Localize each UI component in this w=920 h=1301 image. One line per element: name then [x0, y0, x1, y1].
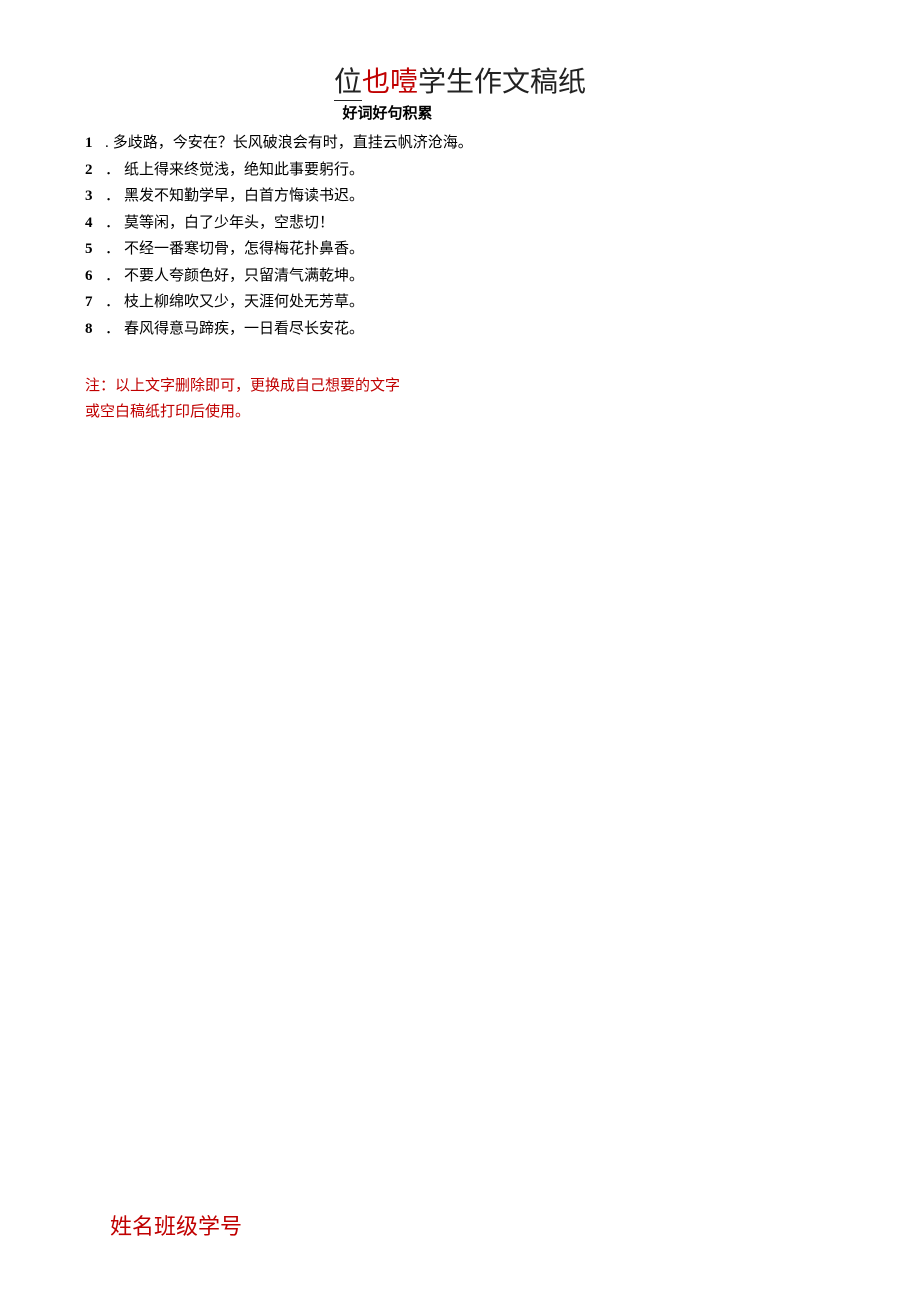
list-text: 莫等闲，白了少年头，空悲切！: [124, 211, 835, 237]
document-title: 位也噎学生作文稿纸: [334, 60, 586, 100]
list-dot: ．: [105, 290, 120, 316]
list-number: 8: [85, 317, 99, 343]
list-dot: ．: [105, 237, 120, 263]
list-number: 1: [85, 131, 99, 157]
list-number: 2: [85, 158, 99, 184]
list-number: 3: [85, 184, 99, 210]
list-number: 7: [85, 290, 99, 316]
note-text: 注：以上文字删除即可，更换成自己想要的文字或空白稿纸打印后使用。: [85, 374, 405, 425]
quote-list: 1 . 多歧路，今安在？长风破浪会有时，直挂云帆济沧海。 2 ． 纸上得来终觉浅…: [85, 131, 835, 342]
list-item: 3 ． 黑发不知勤学早，白首方悔读书迟。: [85, 184, 835, 210]
title-part1: 位: [334, 67, 362, 101]
list-item: 7 ． 枝上柳绵吹又少，天涯何处无芳草。: [85, 290, 835, 316]
title-part3: 学生作文稿纸: [418, 67, 586, 100]
title-container: 位也噎学生作文稿纸: [85, 60, 835, 100]
list-text: 多歧路，今安在？长风破浪会有时，直挂云帆济沧海。: [113, 131, 835, 157]
list-item: 6 ． 不要人夸颜色好，只留清气满乾坤。: [85, 264, 835, 290]
list-dot: ．: [105, 264, 120, 290]
list-dot: ．: [105, 211, 120, 237]
subtitle: 好词好句积累: [0, 102, 835, 123]
list-text: 不要人夸颜色好，只留清气满乾坤。: [124, 264, 835, 290]
list-dot: .: [105, 131, 109, 157]
list-item: 5 ． 不经一番寒切骨，怎得梅花扑鼻香。: [85, 237, 835, 263]
list-text: 枝上柳绵吹又少，天涯何处无芳草。: [124, 290, 835, 316]
list-text: 黑发不知勤学早，白首方悔读书迟。: [124, 184, 835, 210]
list-text: 春风得意马蹄疾，一日看尽长安花。: [124, 317, 835, 343]
list-dot: ．: [105, 158, 120, 184]
list-item: 4 ． 莫等闲，白了少年头，空悲切！: [85, 211, 835, 237]
list-dot: ．: [105, 184, 120, 210]
list-text: 不经一番寒切骨，怎得梅花扑鼻香。: [124, 237, 835, 263]
title-part2: 也噎: [362, 67, 418, 98]
list-number: 6: [85, 264, 99, 290]
list-text: 纸上得来终觉浅，绝知此事要躬行。: [124, 158, 835, 184]
list-dot: ．: [105, 317, 120, 343]
footer-labels: 姓名班级学号: [110, 1209, 242, 1241]
list-item: 8 ． 春风得意马蹄疾，一日看尽长安花。: [85, 317, 835, 343]
list-item: 2 ． 纸上得来终觉浅，绝知此事要躬行。: [85, 158, 835, 184]
list-number: 5: [85, 237, 99, 263]
list-number: 4: [85, 211, 99, 237]
list-item: 1 . 多歧路，今安在？长风破浪会有时，直挂云帆济沧海。: [85, 131, 835, 157]
